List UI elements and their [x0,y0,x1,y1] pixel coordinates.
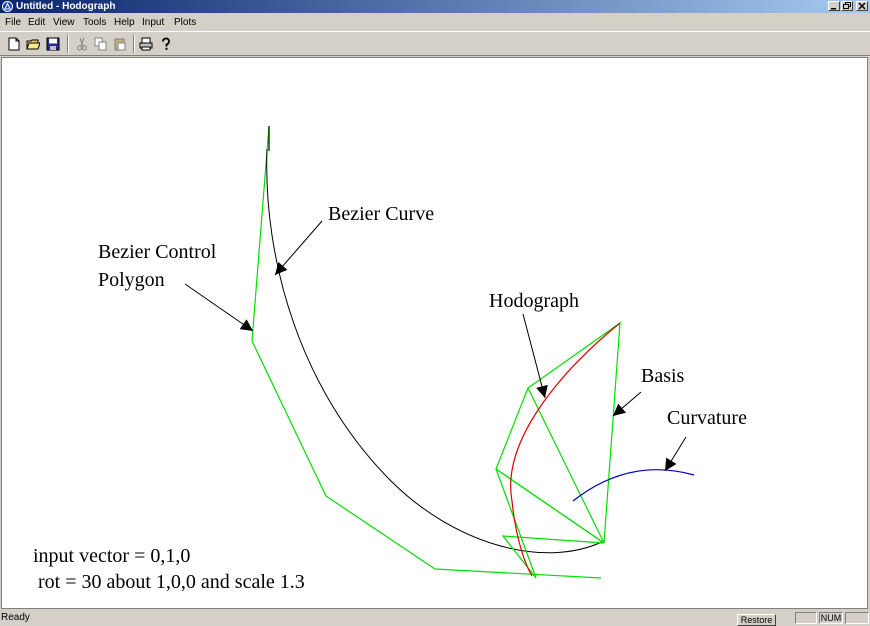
save-disk-icon [46,37,60,51]
basis-lines [495,321,621,579]
close-icon [858,2,866,10]
bezier-curve [266,148,605,554]
open-folder-icon [26,39,40,50]
input-vector-text: input vector = 0,1,0 [33,545,190,567]
minimize-button[interactable] [828,1,840,11]
control-polygon-label-line2: Polygon [98,269,165,291]
menu-help[interactable]: Help [112,14,137,31]
app-icon [2,1,13,12]
menu-file[interactable]: File [3,14,23,31]
close-button[interactable] [856,1,868,11]
control-polygon-arrow [184,283,254,332]
bezier-curve-arrow [274,220,323,276]
status-bar: Ready Restore NUM [0,610,870,626]
status-panel-caps [795,612,817,624]
copy-button[interactable] [92,35,110,53]
menu-tools[interactable]: Tools [81,14,108,31]
open-button[interactable] [24,35,42,53]
control-polygon-label-line1: Bezier Control [98,241,217,263]
minimize-icon [831,8,836,10]
cut-button[interactable] [73,35,91,53]
hodograph-label: Hodograph [489,290,579,312]
rotation-scale-text: rot = 30 about 1,0,0 and scale 1.3 [33,571,305,593]
scissors-icon [77,37,87,51]
paste-button[interactable] [111,35,129,53]
window-title: Untitled - Hodograph [16,1,116,12]
menu-edit[interactable]: Edit [26,14,47,31]
menu-input[interactable]: Input [140,14,166,31]
restore-window-icon [843,2,851,9]
restore-window-button[interactable] [841,1,853,11]
printer-icon [139,37,153,51]
new-button[interactable] [5,35,23,53]
paste-clipboard-icon [114,38,126,51]
status-text: Ready [1,612,30,623]
menu-bar: File Edit View Tools Help Input Plots [0,14,870,31]
toolbar-separator [67,35,69,53]
help-button[interactable] [157,35,175,53]
curvature-label: Curvature [667,407,747,429]
copy-icon [94,37,107,51]
hodograph-arrow [522,313,548,399]
curvature-curve [572,469,695,502]
toolbar-separator [133,35,135,53]
restore-button[interactable]: Restore [737,614,776,626]
help-question-icon [162,37,170,50]
toolbar [0,31,870,56]
basis-label: Basis [641,365,685,387]
new-file-icon [8,37,20,51]
status-panel-num: NUM [819,612,843,624]
print-button[interactable] [137,35,155,53]
title-bar: Untitled - Hodograph [0,0,870,13]
menu-plots[interactable]: Plots [172,14,198,31]
bezier-curve-label: Bezier Curve [328,203,434,225]
drawing-canvas[interactable]: Bezier Curve Bezier Control Polygon Hodo… [1,57,868,609]
curvature-arrow [664,436,687,472]
basis-arrow [612,391,642,417]
plot-svg: Bezier Curve Bezier Control Polygon Hodo… [33,125,747,593]
menu-view[interactable]: View [51,14,77,31]
status-panel-scroll [845,612,869,624]
save-button[interactable] [44,35,62,53]
